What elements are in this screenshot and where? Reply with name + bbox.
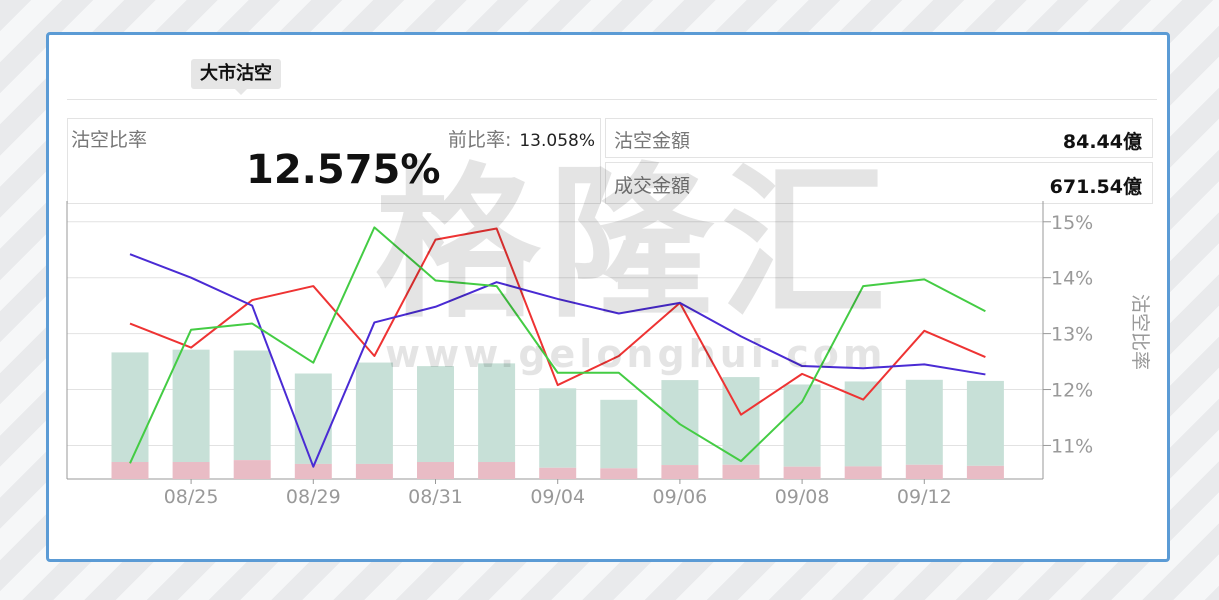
y-tick-label: 14% bbox=[1051, 268, 1093, 290]
short-position-bar bbox=[722, 464, 760, 479]
y-tick-label: 11% bbox=[1051, 435, 1093, 457]
long-position-bar bbox=[783, 384, 821, 467]
long-position-bar bbox=[355, 362, 393, 464]
x-tick-label: 09/08 bbox=[775, 486, 830, 505]
short-position-bar bbox=[478, 462, 516, 479]
short-position-bar bbox=[355, 463, 393, 479]
long-position-bar bbox=[294, 373, 332, 464]
short-position-bar bbox=[966, 465, 1004, 479]
x-tick-label: 09/04 bbox=[530, 486, 585, 505]
x-tick-label: 09/12 bbox=[897, 486, 952, 505]
short-position-bar bbox=[539, 467, 577, 479]
short-position-bar bbox=[417, 462, 454, 479]
long-position-bar bbox=[172, 349, 210, 463]
short-position-bar bbox=[661, 465, 699, 479]
long-position-bar bbox=[661, 380, 699, 466]
short-position-bar bbox=[844, 466, 882, 479]
short-position-bar bbox=[172, 462, 210, 479]
long-position-bar bbox=[966, 380, 1004, 466]
short-position-bar bbox=[905, 464, 943, 479]
short-position-bar bbox=[783, 466, 821, 479]
y-axis-title: 沽空比率 bbox=[1129, 294, 1151, 370]
long-position-bar bbox=[233, 350, 271, 461]
long-position-bar bbox=[600, 399, 638, 469]
short-position-bar bbox=[111, 462, 149, 479]
chart-svg: 11% 12% 13% 14% 15% 沽空比率 08/25 08/29 08/31 09/04 0… bbox=[66, 201, 1151, 505]
short-position-bar bbox=[600, 468, 638, 479]
x-tick-label: 08/29 bbox=[286, 486, 341, 505]
y-tick-label: 13% bbox=[1051, 324, 1093, 346]
long-position-bar bbox=[539, 388, 577, 468]
short-position-bar bbox=[233, 460, 271, 479]
x-tick-label: 09/06 bbox=[653, 486, 708, 505]
long-position-bar bbox=[111, 352, 149, 463]
y-tick-label: 12% bbox=[1051, 380, 1093, 402]
chart-panel: 大市沽空 沽空比率 12.575% 前比率: 13.058% 沽空金額 84.44… bbox=[46, 32, 1170, 562]
y-tick-label: 15% bbox=[1051, 212, 1093, 234]
x-tick-label: 08/31 bbox=[408, 486, 463, 505]
x-tick-label: 08/25 bbox=[164, 486, 219, 505]
long-position-bar bbox=[478, 363, 516, 463]
long-position-bar bbox=[417, 366, 454, 463]
long-position-bar bbox=[905, 379, 943, 465]
